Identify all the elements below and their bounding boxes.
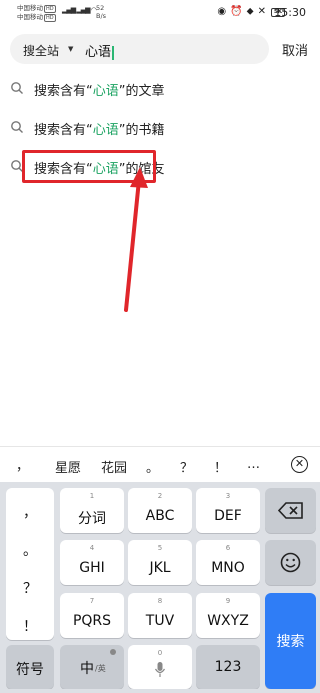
backspace-icon [278, 502, 303, 519]
close-keyboard-icon[interactable]: ✕ [291, 456, 308, 473]
space-key[interactable]: 0 [128, 645, 192, 689]
search-scope-selector[interactable]: 搜全站 [23, 42, 59, 59]
key-2[interactable]: 2 ABC [128, 488, 192, 533]
emoji-key[interactable] [265, 540, 316, 585]
network-speed: 52 B/s [96, 4, 107, 20]
key-5[interactable]: 5 JKL [128, 540, 192, 585]
search-query[interactable]: 心语 [85, 41, 114, 60]
carrier-1: 中国移动 [17, 4, 43, 12]
microphone-icon [154, 662, 166, 677]
candidate-2[interactable]: 花园 [101, 457, 127, 476]
numbers-key[interactable]: 123 [196, 645, 260, 689]
keyboard-candidate-bar: ， 星愿 花园 。 ？ ！ … ✕ [0, 446, 320, 482]
key-6[interactable]: 6 MNO [196, 540, 260, 585]
candidate-comma[interactable]: ， [16, 455, 29, 474]
eye-icon: ◉ [217, 6, 231, 17]
key-9[interactable]: 9 WXYZ [196, 593, 260, 638]
language-switch-key[interactable]: 中/英 [60, 645, 124, 689]
search-input[interactable]: 搜全站 ▼ 心语 [10, 34, 269, 64]
search-icon [11, 121, 23, 133]
location-icon: ⬥ [246, 6, 258, 17]
key-8[interactable]: 8 TUV [128, 593, 192, 638]
keyword-highlight: 心语 [92, 84, 119, 99]
mute-icon: ✕ [257, 6, 270, 17]
keyboard: ， 。 ？ ！ 1 分词 2 ABC 3 DEF 4 GHI 5 JKL 6 MNO 7 PQ… [0, 482, 320, 693]
mic-dot-icon [110, 649, 116, 655]
key-7[interactable]: 7 PQRS [60, 593, 124, 638]
punctuation-column[interactable]: ， 。 ？ ！ [6, 488, 54, 640]
key-3[interactable]: 3 DEF [196, 488, 260, 533]
suggestion-articles[interactable]: 搜索含有“心语”的文章 [0, 73, 320, 105]
caret-down-icon[interactable]: ▼ [68, 45, 73, 53]
signal-icon: ▂▄▆ ▂▄▆ ◠ [62, 6, 97, 14]
symbols-key[interactable]: 符号 [6, 645, 54, 689]
carrier-2: 中国移动 [17, 13, 43, 21]
suggestion-books[interactable]: 搜索含有“心语”的书籍 [0, 112, 320, 144]
search-row: 搜全站 ▼ 心语 取消 [0, 30, 320, 70]
key-4[interactable]: 4 GHI [60, 540, 124, 585]
backspace-key[interactable] [265, 488, 316, 533]
text-cursor [112, 45, 114, 60]
candidate-3[interactable]: 。 [146, 457, 159, 476]
alarm-icon: ⏰ [230, 6, 247, 17]
punct-comma[interactable]: ， [6, 502, 54, 522]
cancel-button[interactable]: 取消 [282, 40, 308, 59]
punct-period[interactable]: 。 [6, 540, 54, 560]
punct-exclaim[interactable]: ！ [6, 616, 54, 636]
search-icon [11, 82, 23, 94]
keyword-highlight: 心语 [92, 123, 119, 138]
navigation-bar [0, 689, 320, 693]
candidate-5[interactable]: ！ [214, 457, 227, 476]
annotation-arrow [124, 167, 148, 312]
candidate-4[interactable]: ？ [180, 457, 193, 476]
punct-question[interactable]: ？ [6, 578, 54, 598]
search-key[interactable]: 搜索 [265, 593, 316, 689]
key-1[interactable]: 1 分词 [60, 488, 124, 533]
clock: 15:30 [274, 6, 306, 19]
status-bar: 中国移动 HD 中国移动 HD ▂▄▆ ▂▄▆ ◠ 52 B/s ◉⏰⬥✕ 5K 15… [0, 0, 320, 26]
candidate-1[interactable]: 星愿 [55, 457, 81, 476]
emoji-icon [280, 552, 301, 573]
candidate-6[interactable]: … [247, 457, 260, 472]
